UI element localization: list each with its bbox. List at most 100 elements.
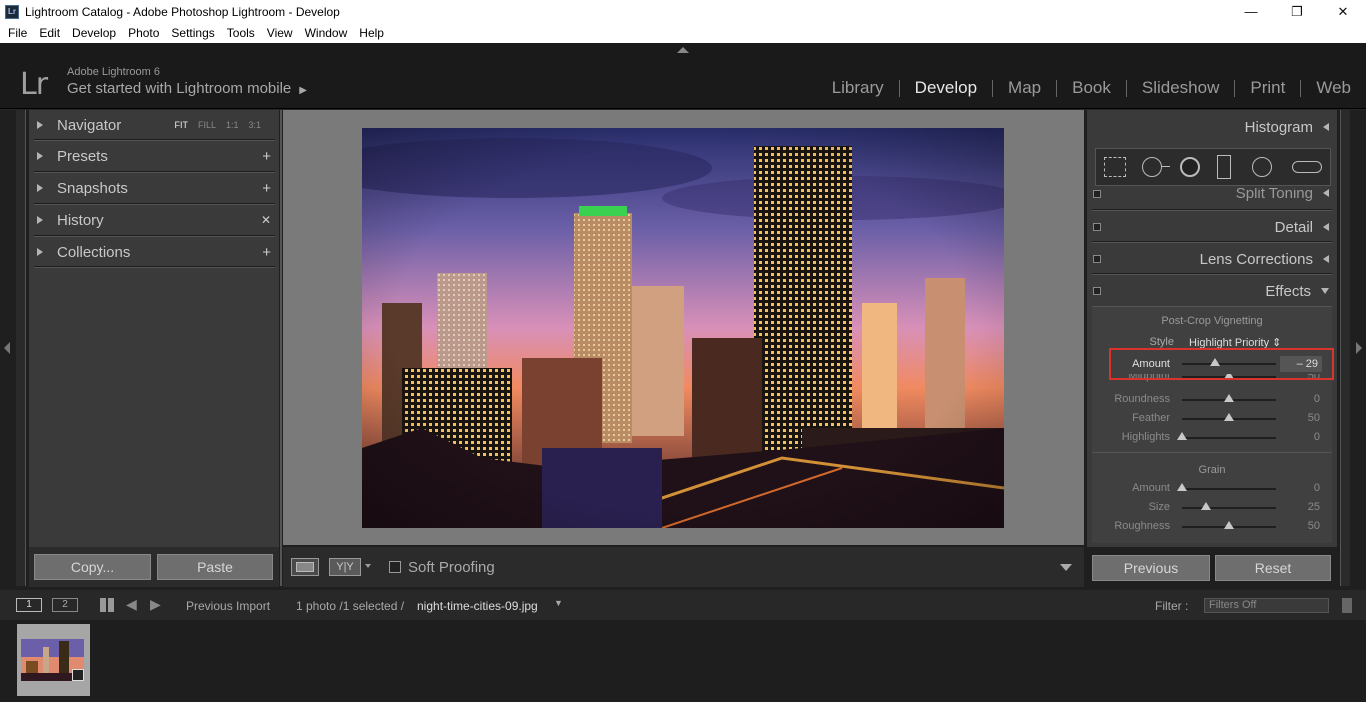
close-button[interactable]: ✕	[1320, 0, 1366, 23]
grain-roughness-slider[interactable]: Roughness 50	[1092, 517, 1332, 536]
left-panel-divider	[280, 110, 282, 586]
panel-switch-icon[interactable]	[1093, 223, 1101, 231]
window-title: Lightroom Catalog - Adobe Photoshop Ligh…	[25, 4, 340, 19]
image-canvas[interactable]	[283, 110, 1084, 545]
navigator-label: Navigator	[57, 116, 122, 134]
loupe-view-button[interactable]	[291, 558, 319, 576]
navigator-header[interactable]: Navigator FIT FILL 1:1 3:1	[29, 110, 279, 140]
collapse-left-panel-icon[interactable]	[4, 342, 10, 354]
module-library[interactable]: Library	[817, 78, 899, 98]
history-header[interactable]: History ✕	[29, 205, 279, 235]
menu-edit[interactable]: Edit	[33, 26, 66, 40]
back-arrow-icon[interactable]: ◀	[126, 596, 137, 613]
spot-removal-icon[interactable]	[1142, 157, 1162, 177]
copy-button[interactable]: Copy...	[34, 554, 151, 580]
add-snapshot-icon[interactable]: +	[262, 180, 271, 197]
menu-tools[interactable]: Tools	[221, 26, 261, 40]
zoom-fit[interactable]: FIT	[174, 120, 188, 130]
grain-amount-slider[interactable]: Amount 0	[1092, 479, 1332, 498]
forward-arrow-icon[interactable]: ▶	[150, 596, 161, 613]
red-eye-icon[interactable]	[1180, 157, 1200, 177]
effects-header[interactable]: Effects	[1087, 276, 1337, 306]
feather-slider[interactable]: Feather 50	[1092, 409, 1332, 428]
slider-thumb[interactable]	[1224, 413, 1234, 421]
menu-bar: File Edit Develop Photo Settings Tools V…	[0, 23, 1366, 43]
split-toning-header[interactable]: Split Toning	[1087, 188, 1337, 206]
filter-dropdown[interactable]: Filters Off	[1204, 598, 1329, 613]
adjustment-brush-icon[interactable]	[1292, 161, 1322, 173]
menu-settings[interactable]: Settings	[165, 26, 220, 40]
before-after-button[interactable]: Y|Y	[329, 558, 361, 576]
module-print[interactable]: Print	[1235, 78, 1300, 98]
menu-view[interactable]: View	[261, 26, 299, 40]
snapshots-header[interactable]: Snapshots +	[29, 173, 279, 203]
module-picker: Library Develop Map Book Slideshow Print…	[817, 78, 1366, 98]
photo-night-city[interactable]	[362, 128, 1004, 528]
slider-thumb[interactable]	[1177, 483, 1187, 491]
source-label[interactable]: Previous Import	[186, 599, 270, 613]
second-window-button[interactable]: 2	[52, 598, 78, 612]
highlights-slider[interactable]: Highlights 0	[1092, 428, 1332, 447]
collapse-top-panel-icon[interactable]	[677, 47, 689, 53]
before-after-dropdown-icon[interactable]	[365, 564, 371, 568]
module-slideshow[interactable]: Slideshow	[1127, 78, 1235, 98]
menu-develop[interactable]: Develop	[66, 26, 122, 40]
lens-corrections-header[interactable]: Lens Corrections	[1087, 244, 1337, 274]
right-panel-edge	[1340, 110, 1350, 586]
soft-proofing-checkbox[interactable]	[389, 561, 401, 573]
slider-thumb[interactable]	[1200, 502, 1211, 510]
paste-button[interactable]: Paste	[157, 554, 273, 580]
grain-size-slider[interactable]: Size 25	[1092, 498, 1332, 517]
reset-button[interactable]: Reset	[1215, 555, 1331, 581]
main-window-button[interactable]: 1	[16, 598, 42, 612]
mobile-promo-link[interactable]: Get started with Lightroom mobile ▶	[67, 80, 307, 97]
collapse-right-panel-icon[interactable]	[1356, 342, 1362, 354]
window-controls: — ❐ ✕	[1228, 0, 1366, 23]
selection-count: 1 photo /1 selected /	[296, 599, 405, 613]
panel-separator	[1092, 273, 1332, 275]
zoom-3-1[interactable]: 3:1	[248, 120, 261, 130]
histogram-header[interactable]: Histogram	[1087, 112, 1337, 142]
zoom-fill[interactable]: FILL	[198, 120, 216, 130]
feather-label: Feather	[1132, 412, 1170, 424]
slider-thumb[interactable]	[1224, 394, 1234, 402]
graduated-filter-icon[interactable]	[1217, 155, 1231, 179]
panel-switch-icon[interactable]	[1093, 255, 1101, 263]
add-preset-icon[interactable]: +	[262, 148, 271, 165]
collections-header[interactable]: Collections +	[29, 237, 279, 267]
minimize-button[interactable]: —	[1228, 0, 1274, 23]
toolbar-menu-icon[interactable]	[1060, 564, 1072, 571]
grid-view-icon[interactable]	[100, 598, 114, 612]
panel-switch-icon[interactable]	[1093, 287, 1101, 295]
roundness-slider[interactable]: Roundness 0	[1092, 390, 1332, 409]
module-book[interactable]: Book	[1057, 78, 1126, 98]
filename-dropdown-icon[interactable]: ▼	[554, 598, 563, 608]
slider-thumb[interactable]	[1177, 432, 1187, 440]
slider-thumb[interactable]	[1224, 521, 1234, 529]
collapse-triangle-icon	[1323, 123, 1329, 131]
detail-header[interactable]: Detail	[1087, 212, 1337, 242]
module-map[interactable]: Map	[993, 78, 1056, 98]
filename-label[interactable]: night-time-cities-09.jpg	[417, 599, 538, 613]
filmstrip-thumbnail[interactable]	[17, 624, 90, 696]
menu-window[interactable]: Window	[299, 26, 354, 40]
previous-button[interactable]: Previous	[1092, 555, 1210, 581]
radial-filter-icon[interactable]	[1252, 157, 1272, 177]
collapse-triangle-icon	[1323, 223, 1329, 231]
panel-switch-icon[interactable]	[1093, 190, 1101, 198]
filter-lock-icon[interactable]	[1342, 598, 1352, 613]
module-develop[interactable]: Develop	[900, 78, 992, 98]
menu-help[interactable]: Help	[353, 26, 390, 40]
zoom-1-1[interactable]: 1:1	[226, 120, 239, 130]
crop-tool-icon[interactable]	[1104, 157, 1126, 177]
app-icon: Lr	[5, 4, 19, 19]
add-collection-icon[interactable]: +	[262, 244, 271, 261]
clear-history-icon[interactable]: ✕	[261, 213, 271, 227]
post-crop-vignetting-title: Post-Crop Vignetting	[1161, 315, 1263, 327]
menu-photo[interactable]: Photo	[122, 26, 165, 40]
presets-header[interactable]: Presets +	[29, 141, 279, 171]
restore-button[interactable]: ❐	[1274, 0, 1320, 23]
panel-separator	[34, 266, 275, 268]
module-web[interactable]: Web	[1301, 78, 1366, 98]
menu-file[interactable]: File	[2, 26, 33, 40]
